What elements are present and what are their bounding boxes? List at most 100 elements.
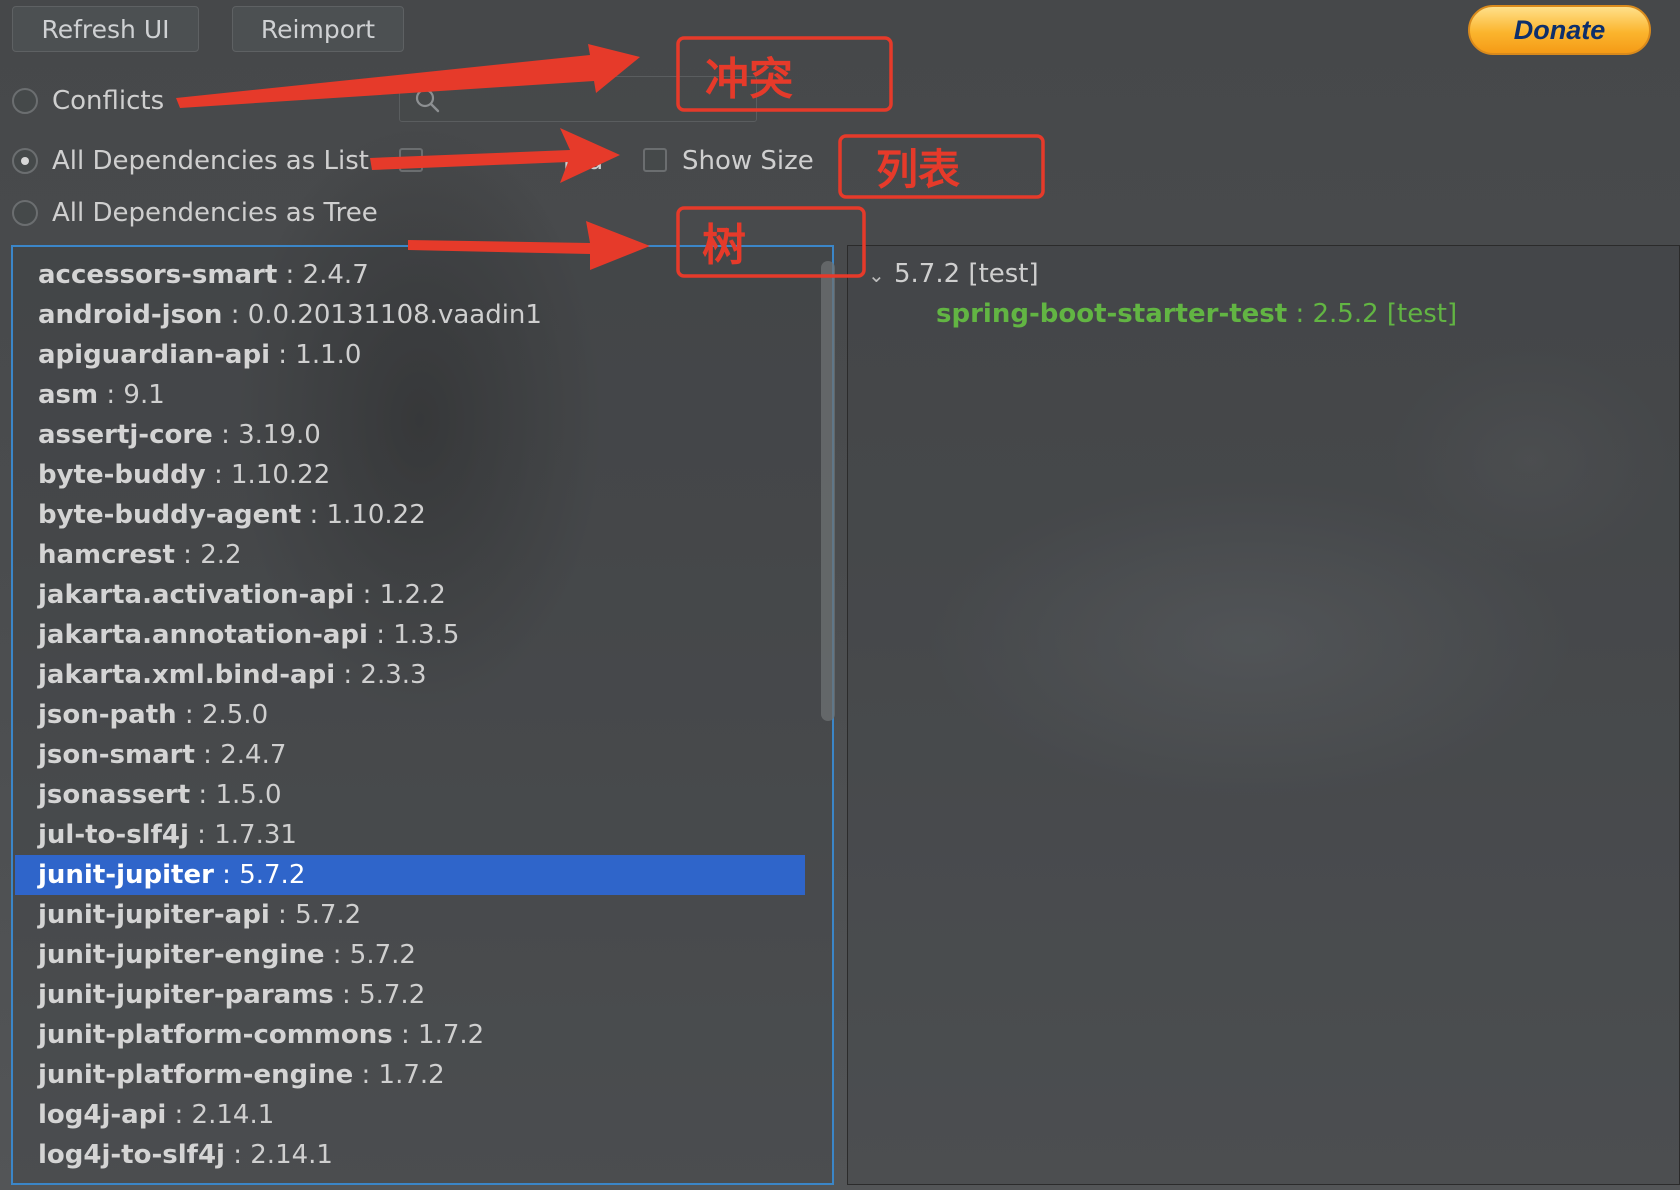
dependency-separator: :: [354, 580, 380, 610]
dependency-row[interactable]: jakarta.xml.bind-api : 2.3.3: [15, 655, 805, 695]
dependency-separator: :: [333, 980, 360, 1010]
dependency-version: 2.14.1: [191, 1100, 275, 1130]
dependency-row[interactable]: jul-to-slf4j : 1.7.31: [15, 815, 805, 855]
dependency-name: apiguardian-api: [38, 340, 270, 370]
dependency-name: junit-platform-engine: [38, 1060, 354, 1090]
dependency-row[interactable]: log4j-to-slf4j : 2.14.1: [15, 1135, 805, 1175]
dependency-version: 1.2.2: [379, 580, 446, 610]
dependency-row[interactable]: asm : 9.1: [15, 375, 805, 415]
dependency-list[interactable]: accessors-smart : 2.4.7 android-json : 0.…: [15, 255, 805, 1175]
dependency-version: 2.5.0: [201, 700, 269, 730]
dependency-separator: :: [205, 460, 232, 490]
dependency-separator: :: [188, 820, 215, 850]
dependency-name: byte-buddy-agent: [38, 500, 302, 530]
list-radio[interactable]: [12, 148, 38, 174]
dependency-row[interactable]: jakarta.annotation-api : 1.3.5: [15, 615, 805, 655]
dependency-name: junit-jupiter-params: [38, 980, 334, 1010]
show-groupid-checkbox[interactable]: [399, 148, 423, 172]
dependency-name: junit-jupiter: [38, 860, 214, 890]
dependency-row[interactable]: assertj-core : 3.19.0: [15, 415, 805, 455]
dependency-name: asm: [38, 380, 99, 410]
dependency-version: 1.3.5: [393, 620, 460, 650]
dependency-row[interactable]: apiguardian-api : 1.1.0: [15, 335, 805, 375]
dependency-separator: :: [353, 1060, 379, 1090]
dependency-row[interactable]: junit-jupiter-params : 5.7.2: [15, 975, 805, 1015]
dependency-version: 2.14.1: [250, 1140, 333, 1170]
dependency-row[interactable]: android-json : 0.0.20131108.vaadin1: [15, 295, 805, 335]
dependency-name: junit-jupiter-engine: [38, 940, 325, 970]
dependency-name: android-json: [38, 300, 223, 330]
list-label[interactable]: All Dependencies as List: [52, 146, 369, 176]
dependency-name: jakarta.annotation-api: [38, 620, 368, 650]
dependency-separator: :: [277, 260, 303, 290]
dependency-separator: :: [224, 1140, 251, 1170]
dependency-version: 1.10.22: [326, 500, 426, 530]
dependency-row[interactable]: junit-jupiter-api : 5.7.2: [15, 895, 805, 935]
dependency-row[interactable]: junit-platform-engine : 1.7.2: [15, 1055, 805, 1095]
donate-button[interactable]: Donate: [1468, 5, 1651, 55]
dependency-version: 1.7.31: [214, 820, 297, 850]
dependency-separator: :: [222, 300, 248, 330]
tree-child-name: spring-boot-starter-test: [936, 299, 1288, 329]
dependency-row[interactable]: junit-jupiter : 5.7.2: [15, 855, 805, 895]
dependency-row[interactable]: accessors-smart : 2.4.7: [15, 255, 805, 295]
search-input[interactable]: [399, 76, 757, 122]
dependency-row[interactable]: byte-buddy-agent : 1.10.22: [15, 495, 805, 535]
dependency-separator: :: [190, 780, 216, 810]
dependency-row[interactable]: json-path : 2.5.0: [15, 695, 805, 735]
conflicts-label[interactable]: Conflicts: [52, 86, 164, 116]
dependency-separator: :: [301, 500, 327, 530]
tree-label[interactable]: All Dependencies as Tree: [52, 198, 378, 228]
dependency-name: junit-jupiter-api: [38, 900, 270, 930]
dependency-version: 1.1.0: [295, 340, 362, 370]
dependency-detail-panel[interactable]: ⌄ 5.7.2 [test] spring-boot-starter-test :…: [847, 245, 1680, 1185]
dependency-version: 5.7.2: [239, 860, 306, 890]
dependency-row[interactable]: hamcrest : 2.2: [15, 535, 805, 575]
dependency-row[interactable]: log4j-api : 2.14.1: [15, 1095, 805, 1135]
dependency-row[interactable]: byte-buddy : 1.10.22: [15, 455, 805, 495]
dependency-separator: :: [324, 940, 350, 970]
dependency-separator: :: [98, 380, 124, 410]
show-groupid-label[interactable]: pid: [563, 146, 603, 176]
dependency-version: 2.4.7: [302, 260, 369, 290]
dependency-separator: :: [166, 1100, 192, 1130]
tree-root-label: 5.7.2 [test]: [894, 259, 1039, 289]
dependency-version: 1.7.2: [418, 1020, 485, 1050]
conflicts-radio[interactable]: [12, 88, 38, 114]
tree-child-node[interactable]: spring-boot-starter-test : 2.5.2 [test]: [936, 294, 1457, 334]
dependency-version: 2.4.7: [220, 740, 287, 770]
list-scrollbar[interactable]: [821, 261, 835, 721]
dependency-separator: :: [212, 420, 239, 450]
dependency-name: junit-platform-commons: [38, 1020, 393, 1050]
dependency-separator: :: [392, 1020, 419, 1050]
dependency-version: 5.7.2: [295, 900, 362, 930]
dependency-separator: :: [367, 620, 394, 650]
dependency-separator: :: [270, 340, 296, 370]
dependency-row[interactable]: json-smart : 2.4.7: [15, 735, 805, 775]
refresh-ui-button[interactable]: Refresh UI: [12, 6, 199, 52]
dependency-row[interactable]: jakarta.activation-api : 1.2.2: [15, 575, 805, 615]
show-size-label[interactable]: Show Size: [682, 146, 814, 176]
tree-root-node[interactable]: ⌄ 5.7.2 [test]: [868, 254, 1039, 295]
show-size-checkbox[interactable]: [643, 148, 667, 172]
dependency-version: 5.7.2: [349, 940, 416, 970]
dependency-name: hamcrest: [38, 540, 175, 570]
dependency-name: assertj-core: [38, 420, 213, 450]
dependency-name: json-smart: [38, 740, 195, 770]
dependency-name: json-path: [38, 700, 177, 730]
dependency-row[interactable]: jsonassert : 1.5.0: [15, 775, 805, 815]
reimport-button[interactable]: Reimport: [232, 6, 404, 52]
chevron-down-icon[interactable]: ⌄: [868, 255, 894, 295]
dependency-name: byte-buddy: [38, 460, 206, 490]
dependency-row[interactable]: junit-jupiter-engine : 5.7.2: [15, 935, 805, 975]
dependency-version: 2.3.3: [360, 660, 427, 690]
dependency-name: accessors-smart: [38, 260, 278, 290]
dependency-name: log4j-to-slf4j: [38, 1140, 225, 1170]
dependency-separator: :: [213, 860, 240, 890]
dependency-separator: :: [174, 540, 201, 570]
dependency-version: 1.10.22: [231, 460, 331, 490]
tree-radio[interactable]: [12, 200, 38, 226]
dependency-version: 1.5.0: [215, 780, 282, 810]
dependency-row[interactable]: junit-platform-commons : 1.7.2: [15, 1015, 805, 1055]
dependency-list-panel[interactable]: accessors-smart : 2.4.7 android-json : 0.…: [11, 245, 835, 1185]
